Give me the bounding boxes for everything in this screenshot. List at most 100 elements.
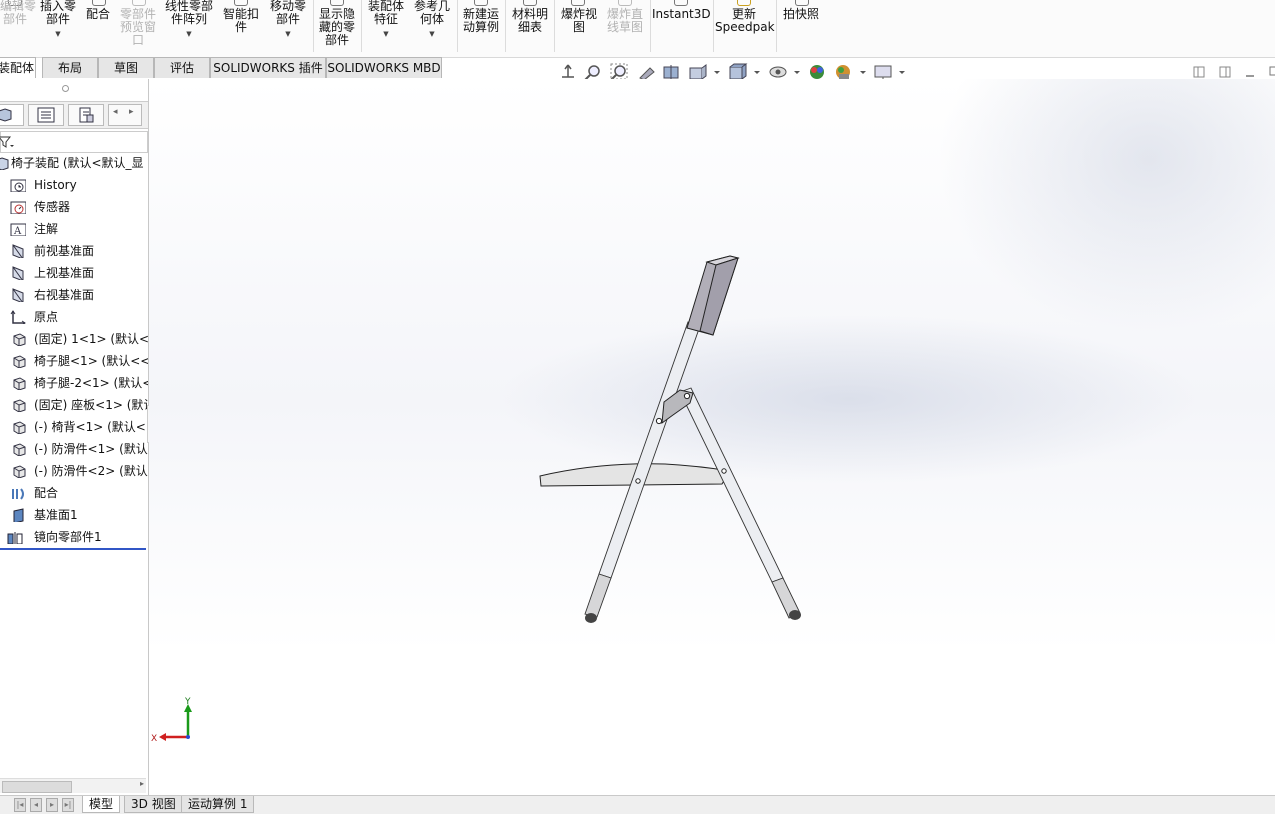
tree-item-history[interactable]: History [10, 175, 148, 195]
part-icon [13, 377, 26, 390]
scroll-right-arrow-icon[interactable]: ▸ [140, 779, 144, 788]
tab-addins-label: SOLIDWORKS 插件 [213, 61, 323, 75]
ribbon-separator [457, 0, 458, 52]
scroll-right-icon[interactable]: ▸ [129, 107, 134, 117]
zoom-to-fit-icon[interactable] [584, 65, 600, 81]
tree-item-component[interactable]: (-) 椅背<1> (默认<< [10, 417, 148, 437]
configuration-manager-tab[interactable] [68, 104, 104, 126]
tab-sketch-label: 草图 [113, 61, 138, 75]
tree-item-label: 注解 [34, 222, 59, 236]
apply-scene-icon[interactable] [836, 65, 866, 79]
tree-item-label: (-) 防滑件<1> (默认 [34, 442, 148, 456]
tree-item-component[interactable]: (-) 防滑件<2> (默认 [10, 461, 148, 481]
first-tab-icon[interactable]: |◂ [14, 798, 26, 812]
dropdown-arrow-icon[interactable]: ▼ [266, 28, 310, 41]
explode-line-sketch-icon [618, 0, 632, 6]
smart-fasteners-button[interactable]: 智能扣 件 [220, 8, 262, 34]
tree-item-component[interactable]: 椅子腿<1> (默认<< [10, 351, 148, 371]
tree-item-plane1[interactable]: 基准面1 [10, 505, 148, 525]
dropdown-arrow-icon[interactable]: ▼ [38, 28, 78, 41]
tree-item-component[interactable]: (固定) 座板<1> (默认 [10, 395, 148, 415]
assembly-features-button[interactable]: 装配体 特征 ▼ [364, 0, 408, 41]
tab-solidworks-mbd[interactable]: SOLIDWORKS MBD [326, 57, 442, 78]
component-preview-label: 零部件 预览窗 口 [119, 7, 156, 47]
tree-root-assembly[interactable]: 椅子装配 (默认<默认_显 [0, 153, 148, 173]
view-settings-icon[interactable] [874, 65, 905, 81]
triad-y-label: Y [184, 697, 191, 707]
tree-item-mates[interactable]: 配合 [10, 483, 148, 503]
graphics-area[interactable]: Y X [149, 79, 1275, 795]
feature-tree-filter[interactable] [0, 131, 148, 153]
reference-geometry-button[interactable]: 参考几 何体 ▼ [410, 0, 454, 41]
horizontal-scrollbar[interactable]: ▸ [0, 778, 146, 793]
property-manager-tab[interactable] [28, 104, 64, 126]
feature-tree-tab[interactable] [0, 104, 24, 126]
take-snapshot-button[interactable]: 拍快照 [779, 8, 823, 21]
chair-model-viewport[interactable]: Y X [149, 79, 1275, 795]
chair-back[interactable] [686, 255, 740, 336]
tile-left-icon[interactable] [1193, 66, 1205, 78]
part-icon [13, 465, 26, 478]
last-tab-icon[interactable]: ▸| [62, 798, 74, 812]
linear-pattern-button[interactable]: 线性零部 件阵列 ▼ [162, 0, 216, 41]
tree-item-component[interactable]: (-) 防滑件<1> (默认 [10, 439, 148, 459]
tree-item-top-plane[interactable]: 上视基准面 [10, 263, 148, 283]
smart-fasteners-label: 智能扣 件 [222, 7, 259, 34]
new-motion-study-button[interactable]: 新建运 动算例 [459, 8, 503, 34]
tree-item-sensors[interactable]: 传感器 [10, 197, 148, 217]
tab-3d-view[interactable]: 3D 视图 [124, 796, 183, 813]
explode-line-sketch-button[interactable]: 爆炸直 线草图 [603, 8, 647, 34]
next-tab-icon[interactable]: ▸ [46, 798, 58, 812]
mate-button[interactable]: 配合 [84, 8, 112, 21]
tab-solidworks-addins[interactable]: SOLIDWORKS 插件 [210, 57, 326, 78]
dropdown-arrow-icon[interactable]: ▼ [410, 28, 454, 41]
restore-icon[interactable] [1269, 66, 1275, 76]
tab-model[interactable]: 模型 [82, 796, 121, 813]
tree-item-mirror-component[interactable]: 镜向零部件1 [6, 527, 148, 547]
bill-of-materials-button[interactable]: 材料明 细表 [508, 8, 552, 34]
prev-tab-icon[interactable]: ◂ [30, 798, 42, 812]
tab-scroll-controls: ◂ ▸ [108, 104, 142, 126]
tree-item-label: 原点 [34, 310, 59, 324]
show-hidden-components-button[interactable]: 显示隐 藏的零 部件 [316, 8, 358, 47]
scroll-left-icon[interactable]: ◂ [113, 107, 118, 117]
tab-assembly[interactable]: 装配体 [0, 57, 36, 78]
instant3d-button[interactable]: Instant3D [652, 8, 711, 21]
component-preview-button[interactable]: 零部件 预览窗 口 [118, 8, 158, 47]
view-orientation-icon[interactable] [562, 64, 574, 78]
edit-component-button[interactable]: 编辑零 部件 [0, 0, 36, 26]
ribbon-separator [505, 0, 506, 52]
tree-item-component[interactable]: (固定) 1<1> (默认<< [10, 329, 148, 349]
scrollbar-thumb[interactable] [2, 781, 72, 793]
tree-item-annotations[interactable]: A 注解 [10, 219, 148, 239]
panel-grip-icon[interactable] [62, 85, 69, 92]
dropdown-arrow-icon[interactable]: ▼ [162, 28, 216, 41]
view-orientation-cube-icon[interactable] [729, 63, 760, 80]
dropdown-arrow-icon[interactable]: ▼ [364, 28, 408, 41]
ribbon-separator [554, 0, 555, 52]
edit-appearance-icon[interactable] [810, 65, 824, 79]
tab-layout[interactable]: 布局 [42, 57, 98, 78]
exploded-view-button[interactable]: 爆炸视 图 [557, 8, 601, 34]
move-component-button[interactable]: 移动零 部件 ▼ [266, 0, 310, 41]
tree-item-front-plane[interactable]: 前视基准面 [10, 241, 148, 261]
update-speedpak-button[interactable]: 更新 Speedpak [715, 8, 775, 34]
tab-sketch[interactable]: 草图 [98, 57, 154, 78]
tab-motion-study-1[interactable]: 运动算例 1 [181, 796, 255, 813]
section-view-icon[interactable] [663, 65, 679, 80]
tree-item-origin[interactable]: 原点 [10, 307, 148, 327]
hide-show-items-icon[interactable] [769, 66, 800, 78]
tab-model-label: 模型 [89, 797, 114, 811]
tree-item-right-plane[interactable]: 右视基准面 [10, 285, 148, 305]
configuration-manager-icon [79, 107, 94, 123]
zoom-to-area-icon[interactable] [610, 63, 628, 81]
tile-right-icon[interactable] [1219, 66, 1231, 78]
insert-components-button[interactable]: 插入零 部件 ▼ [38, 0, 78, 41]
tab-evaluate[interactable]: 评估 [154, 57, 210, 78]
insert-components-label: 插入零 部件 [39, 0, 76, 26]
tree-item-label: 基准面1 [34, 508, 78, 522]
dynamic-annotation-view-icon[interactable] [689, 64, 720, 80]
tree-item-component[interactable]: 椅子腿-2<1> (默认< [10, 373, 148, 393]
back-leg[interactable] [679, 387, 801, 620]
part-icon [13, 399, 26, 412]
